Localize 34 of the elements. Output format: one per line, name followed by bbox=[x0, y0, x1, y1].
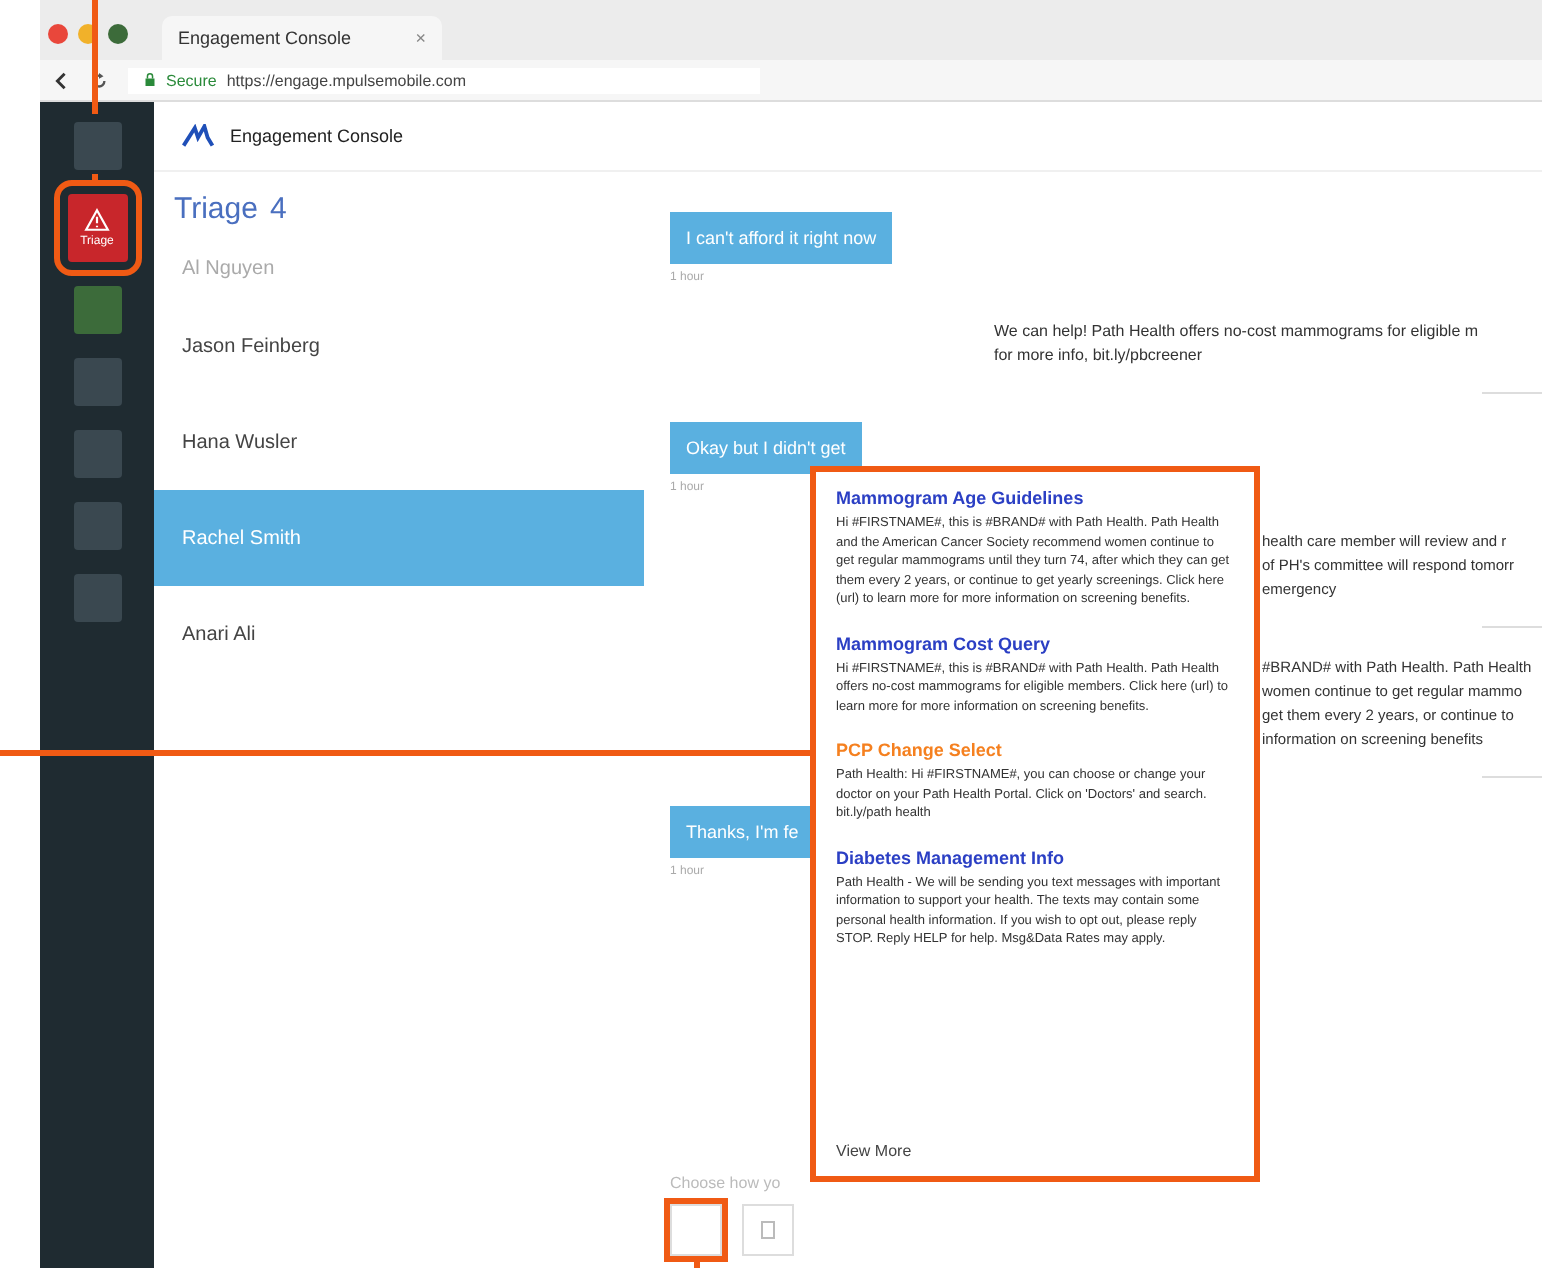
message-text: for more info, bit.ly/pbcreener bbox=[994, 344, 1205, 368]
warning-icon bbox=[84, 208, 110, 232]
message-text: We can help! Path Health offers no-cost mammograms for eligible m bbox=[994, 320, 1481, 344]
nav-item[interactable] bbox=[73, 574, 121, 622]
browser-tab[interactable]: Engagement Console × bbox=[162, 16, 442, 60]
message-bubble: Okay but I didn't get bbox=[670, 422, 862, 474]
document-icon bbox=[758, 1220, 778, 1240]
address-field[interactable]: Secure https://engage.mpulsemobile.com bbox=[128, 67, 760, 93]
close-window-dot[interactable] bbox=[48, 24, 68, 44]
logo-icon bbox=[182, 124, 214, 148]
nav-item[interactable] bbox=[73, 286, 121, 334]
template-button[interactable] bbox=[742, 1204, 794, 1256]
nav-item[interactable] bbox=[73, 430, 121, 478]
nav-item[interactable] bbox=[73, 358, 121, 406]
message-type-button[interactable] bbox=[670, 1204, 722, 1256]
contact-item[interactable]: Hana Wusler bbox=[154, 394, 644, 490]
back-icon[interactable] bbox=[52, 71, 70, 89]
template-title[interactable]: Mammogram Age Guidelines bbox=[836, 488, 1234, 508]
maximize-window-dot[interactable] bbox=[108, 24, 128, 44]
template-title[interactable]: Diabetes Management Info bbox=[836, 847, 1234, 867]
app-title: Engagement Console bbox=[230, 126, 404, 146]
contact-item[interactable]: Jason Feinberg bbox=[154, 298, 644, 394]
contact-item[interactable]: Anari Ali bbox=[154, 586, 644, 682]
message-bubble: Thanks, I'm fe bbox=[670, 806, 815, 858]
message-bubble: I can't afford it right now bbox=[670, 212, 893, 264]
view-more-link[interactable]: View More bbox=[836, 1142, 1234, 1160]
template-title[interactable]: Mammogram Cost Query bbox=[836, 633, 1234, 653]
triage-count: 4 bbox=[269, 192, 287, 226]
nav-item[interactable] bbox=[73, 122, 121, 170]
composer-label: Choose how yo bbox=[670, 1174, 783, 1192]
lock-icon bbox=[144, 72, 156, 88]
highlight-box bbox=[664, 1198, 728, 1262]
nav-item[interactable] bbox=[73, 502, 121, 550]
triage-title: Triage bbox=[174, 192, 258, 226]
